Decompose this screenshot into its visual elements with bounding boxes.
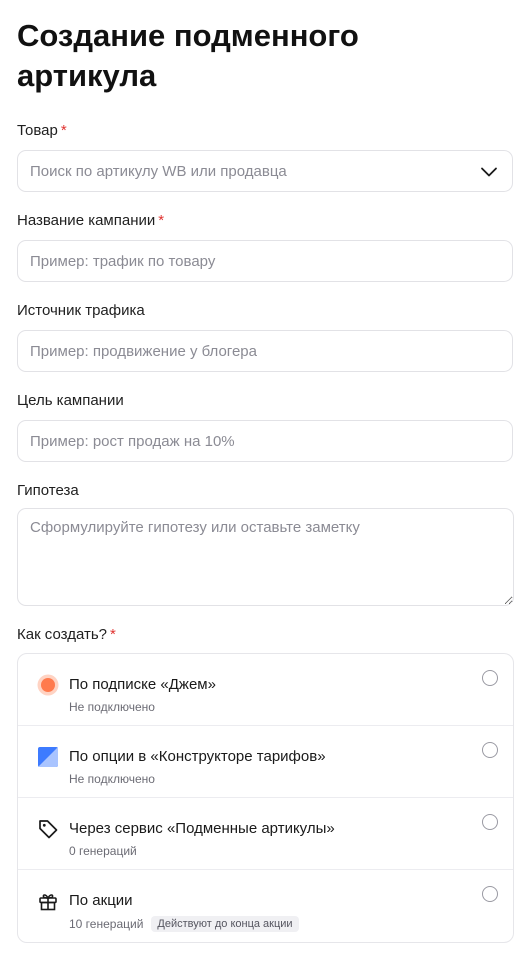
option-promo[interactable]: По акции 10 генераций Действуют до конца… bbox=[18, 870, 513, 942]
campaign-name-label: Название кампании * bbox=[17, 212, 164, 229]
campaign-goal-label: Цель кампании bbox=[17, 392, 124, 409]
page-title: Создание подменного артикула bbox=[17, 18, 359, 93]
chevron-down-icon bbox=[481, 167, 497, 177]
option-subtitle: Не подключено bbox=[69, 700, 155, 714]
product-label: Товар * bbox=[17, 122, 67, 139]
hypothesis-label: Гипотеза bbox=[17, 482, 79, 499]
option-title: По опции в «Конструкторе тарифов» bbox=[69, 748, 326, 765]
required-mark: * bbox=[60, 122, 67, 139]
traffic-source-field[interactable] bbox=[17, 330, 513, 372]
option-subtitle: Не подключено bbox=[69, 772, 155, 786]
tariff-constructor-icon bbox=[38, 747, 58, 767]
tag-icon bbox=[39, 820, 58, 839]
option-status: Не подключено bbox=[69, 772, 155, 786]
required-mark: * bbox=[110, 626, 116, 643]
creation-method-options: По подписке «Джем» Не подключено По опци… bbox=[17, 653, 514, 943]
traffic-source-label: Источник трафика bbox=[17, 302, 145, 319]
option-subtitle: 0 генераций bbox=[69, 844, 137, 858]
campaign-name-input[interactable] bbox=[30, 252, 500, 270]
campaign-goal-input[interactable] bbox=[30, 432, 500, 450]
campaign-name-label-text: Название кампании bbox=[17, 212, 156, 229]
gift-icon bbox=[39, 894, 57, 911]
option-substitute-articles-service[interactable]: Через сервис «Подменные артикулы» 0 гене… bbox=[18, 798, 513, 870]
option-title: По акции bbox=[69, 892, 133, 909]
option-status: Не подключено bbox=[69, 700, 155, 714]
product-label-text: Товар bbox=[17, 122, 58, 139]
option-radio[interactable] bbox=[482, 814, 498, 830]
option-generations: 10 генераций bbox=[69, 917, 144, 931]
option-title: По подписке «Джем» bbox=[69, 676, 216, 693]
campaign-goal-field[interactable] bbox=[17, 420, 513, 462]
option-radio[interactable] bbox=[482, 742, 498, 758]
campaign-name-field[interactable] bbox=[17, 240, 513, 282]
option-tariff-constructor[interactable]: По опции в «Конструкторе тарифов» Не под… bbox=[18, 726, 513, 798]
required-mark: * bbox=[158, 212, 165, 229]
promo-validity-badge: Действуют до конца акции bbox=[151, 916, 299, 932]
create-substitute-article-form: Создание подменного артикула Товар * Поис… bbox=[0, 0, 530, 963]
jam-dot-icon bbox=[37, 674, 59, 696]
product-select-placeholder: Поиск по артикулу WB или продавца bbox=[30, 162, 287, 180]
how-to-create-label-text: Как создать? bbox=[17, 626, 107, 643]
how-to-create-label: Как создать? * bbox=[17, 626, 116, 643]
hypothesis-textarea[interactable] bbox=[17, 508, 514, 606]
option-title: Через сервис «Подменные артикулы» bbox=[69, 820, 335, 837]
option-subtitle: 10 генераций Действуют до конца акции bbox=[69, 916, 299, 932]
option-radio[interactable] bbox=[482, 670, 498, 686]
option-jam-subscription[interactable]: По подписке «Джем» Не подключено bbox=[18, 654, 513, 726]
product-select[interactable]: Поиск по артикулу WB или продавца bbox=[17, 150, 513, 192]
option-generations: 0 генераций bbox=[69, 844, 137, 858]
option-radio[interactable] bbox=[482, 886, 498, 902]
traffic-source-input[interactable] bbox=[30, 342, 500, 360]
